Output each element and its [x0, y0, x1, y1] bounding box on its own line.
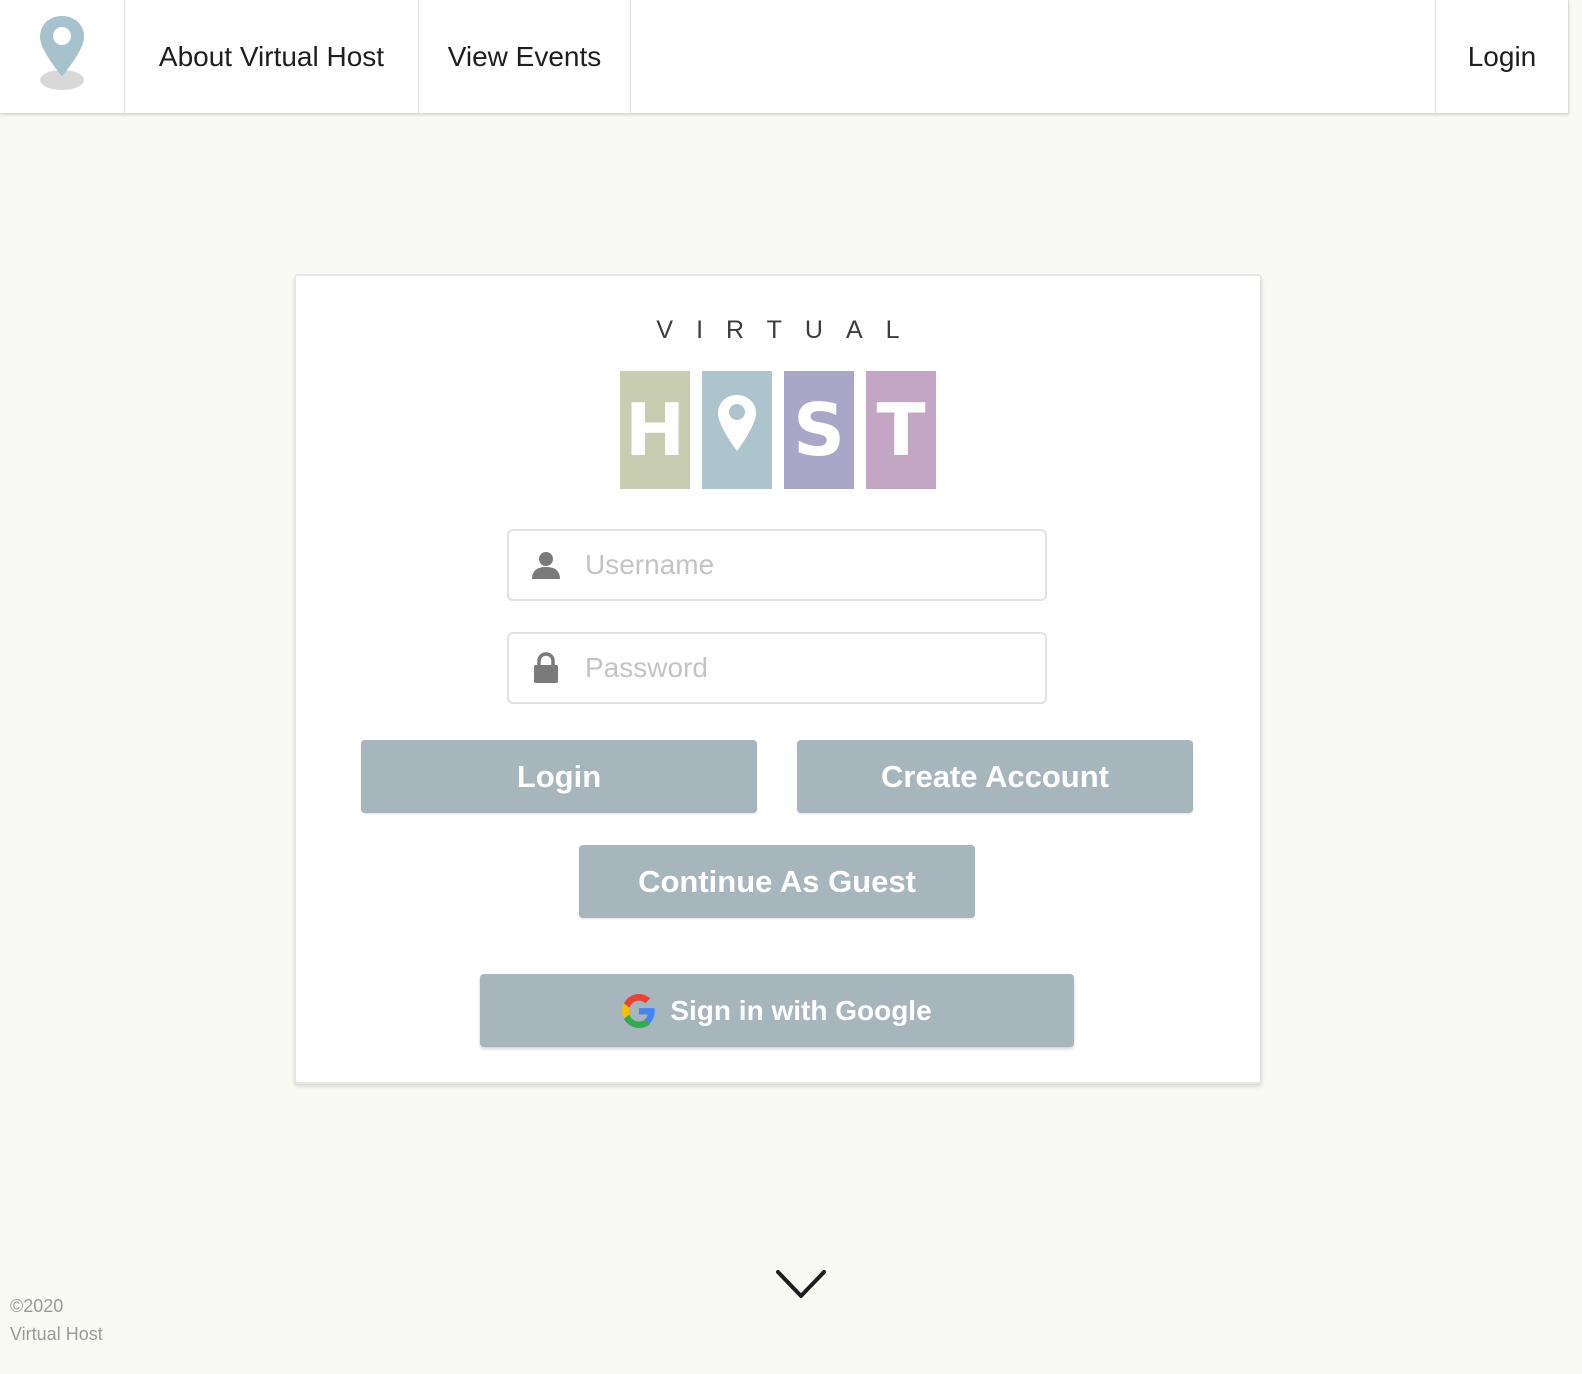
lock-icon [509, 652, 583, 684]
brand-tile-s: S [784, 371, 854, 489]
brand-wordmark-virtual: VIRTUAL [656, 316, 923, 344]
top-navbar: About Virtual Host View Events Login [0, 0, 1569, 113]
nav-about-link[interactable]: About Virtual Host [125, 0, 419, 113]
google-button-label: Sign in with Google [670, 994, 932, 1026]
login-button[interactable]: Login [361, 740, 757, 813]
login-card: VIRTUAL H S T Username Login Create Acco… [294, 274, 1262, 1084]
username-input[interactable] [583, 530, 1045, 600]
brand-tile-t: T [866, 371, 936, 489]
nav-login-link[interactable]: Login [1436, 0, 1568, 113]
google-sign-in-button[interactable]: Sign in with Google [480, 974, 1074, 1047]
chevron-down-icon[interactable] [775, 1268, 827, 1305]
brand-logo-host: H S T [620, 371, 936, 489]
brand-tile-h: H [620, 371, 690, 489]
footer-copyright: ©2020 [10, 1296, 64, 1316]
footer-company: Virtual Host [10, 1324, 103, 1344]
google-g-icon [622, 993, 656, 1028]
nav-login-label: Login [1467, 40, 1537, 72]
nav-spacer [631, 0, 1436, 113]
nav-about-label: About Virtual Host [158, 40, 385, 72]
brand-tile-o [702, 371, 772, 489]
create-account-button[interactable]: Create Account [797, 740, 1193, 813]
map-pin-icon [37, 14, 87, 99]
username-field[interactable] [507, 529, 1047, 601]
continue-as-guest-button[interactable]: Continue As Guest [579, 845, 975, 918]
footer: ©2020 Virtual Host [10, 1292, 103, 1348]
home-logo-link[interactable] [0, 0, 125, 113]
password-field[interactable] [507, 632, 1047, 704]
map-pin-icon [716, 388, 758, 472]
nav-view-events-link[interactable]: View Events [419, 0, 631, 113]
nav-events-label: View Events [447, 40, 602, 72]
user-icon [509, 550, 583, 580]
password-input[interactable] [583, 633, 1045, 703]
